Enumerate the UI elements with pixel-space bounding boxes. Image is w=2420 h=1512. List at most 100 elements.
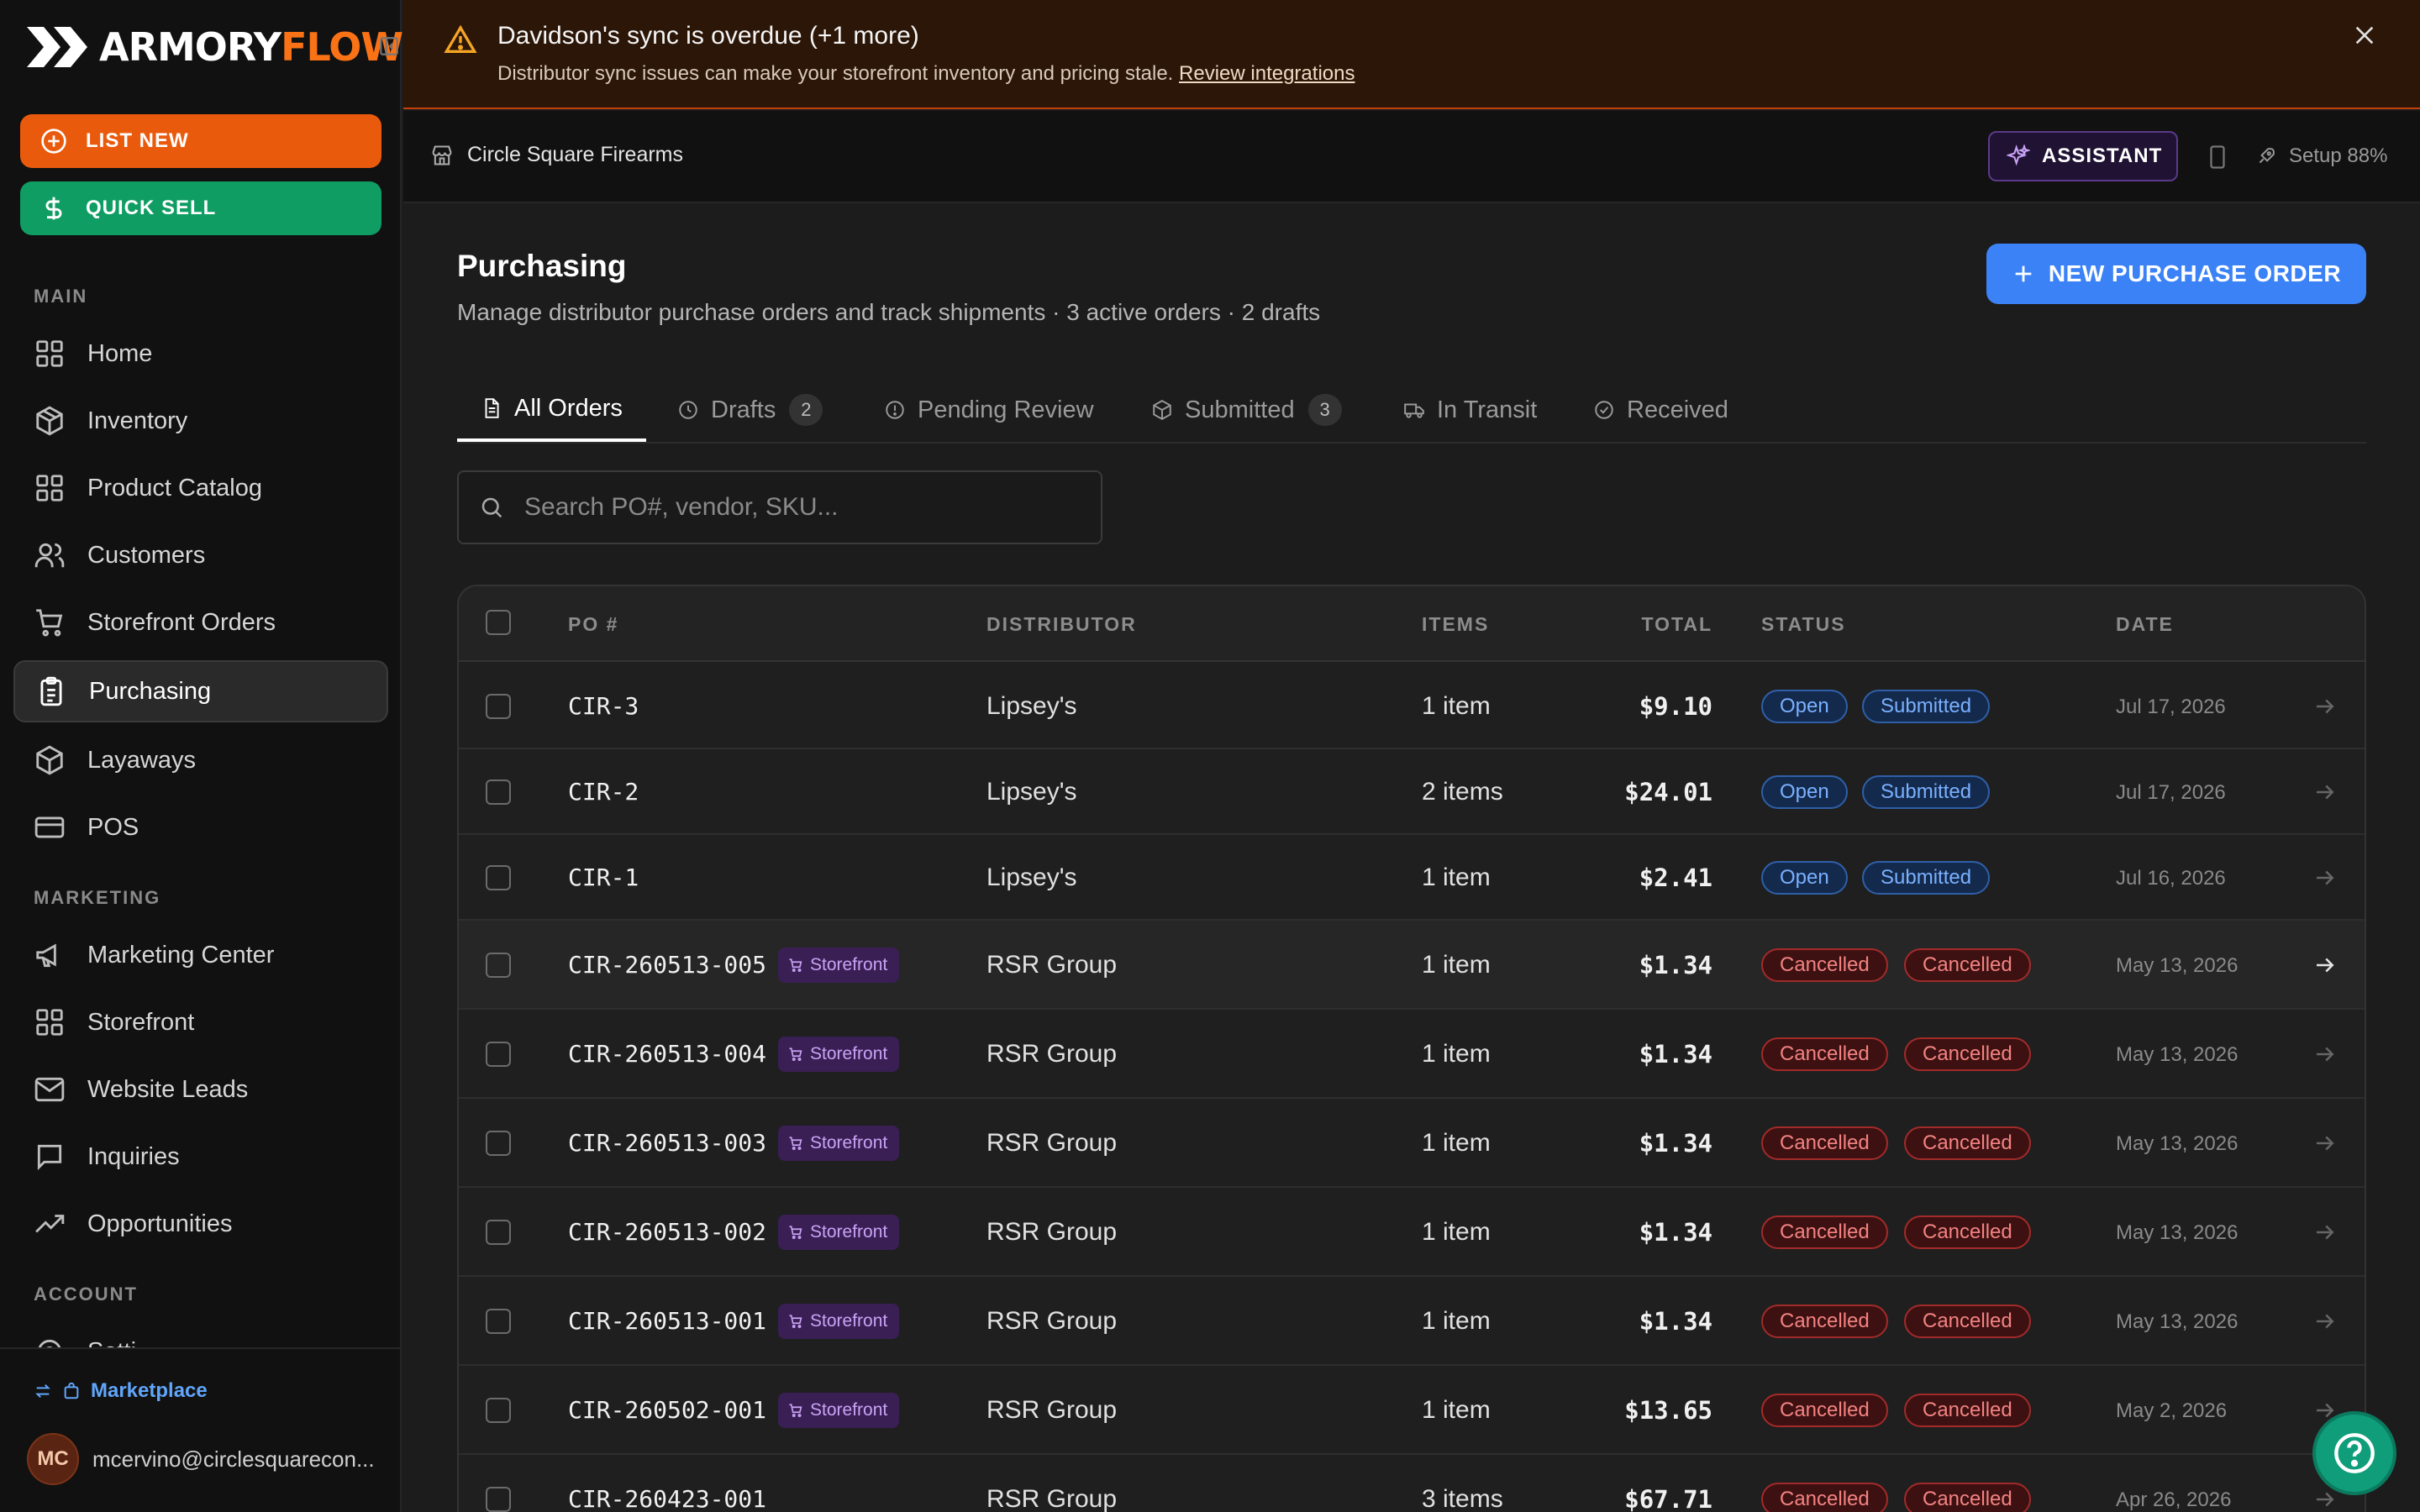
cart-icon <box>789 1226 802 1239</box>
item-count: 1 item <box>1422 1129 1491 1157</box>
row-checkbox[interactable] <box>486 865 511 890</box>
sidebar: ARMORYFLOW LIST NEW QUICK SELL MAIN Home… <box>0 0 403 1512</box>
sidebar-item-opportunities[interactable]: Opportunities <box>13 1193 388 1255</box>
arrow-right-icon[interactable] <box>2312 1487 2338 1512</box>
close-icon[interactable] <box>2351 22 2378 49</box>
review-integrations-link[interactable]: Review integrations <box>1179 62 1355 85</box>
tab-drafts[interactable]: Drafts 2 <box>677 378 823 442</box>
sidebar-item-website-leads[interactable]: Website Leads <box>13 1058 388 1121</box>
tab-pending-review[interactable]: Pending Review <box>884 378 1094 442</box>
sidebar-collapse-icon[interactable] <box>378 35 400 57</box>
po-number[interactable]: CIR-260513-001 <box>568 1307 766 1335</box>
item-count: 1 item <box>1422 1218 1491 1246</box>
quick-sell-button[interactable]: QUICK SELL <box>20 181 381 235</box>
row-checkbox[interactable] <box>486 780 511 805</box>
sidebar-item-storefront-orders[interactable]: Storefront Orders <box>13 591 388 654</box>
table-row[interactable]: CIR-3 Lipsey's 1 item $9.10 Open Submitted Jul… <box>459 664 2365 749</box>
order-tabs: All Orders Drafts 2 Pending Review Submi… <box>457 378 2366 444</box>
mail-icon <box>34 1077 65 1102</box>
distributor-name: RSR Group <box>986 951 1118 979</box>
po-number[interactable]: CIR-260513-004 <box>568 1040 766 1068</box>
arrow-right-icon[interactable] <box>2312 1042 2338 1067</box>
row-checkbox[interactable] <box>486 1309 511 1334</box>
sidebar-item-marketing-center[interactable]: Marketing Center <box>13 924 388 986</box>
col-header-po[interactable]: PO # <box>568 613 618 636</box>
sidebar-item-product-catalog[interactable]: Product Catalog <box>13 457 388 519</box>
po-number[interactable]: CIR-3 <box>568 692 639 720</box>
po-number[interactable]: CIR-260502-001 <box>568 1396 766 1424</box>
search-input[interactable] <box>524 493 1079 522</box>
new-purchase-order-label: NEW PURCHASE ORDER <box>2048 260 2342 286</box>
armoryflow-logo[interactable]: ARMORYFLOW <box>25 22 403 72</box>
table-row[interactable]: CIR-260513-005 Storefront RSR Group 1 item $… <box>459 921 2365 1010</box>
arrow-right-icon[interactable] <box>2312 865 2338 890</box>
po-number[interactable]: CIR-2 <box>568 778 639 806</box>
arrow-right-icon[interactable] <box>2312 1220 2338 1245</box>
arrow-right-icon[interactable] <box>2312 1309 2338 1334</box>
order-date: May 13, 2026 <box>2116 954 2238 977</box>
select-all-checkbox[interactable] <box>486 610 511 635</box>
setup-progress[interactable]: Setup 88% <box>2255 144 2387 168</box>
arrow-right-icon[interactable] <box>2312 953 2338 978</box>
alert-message-text: Distributor sync issues can make your st… <box>497 62 1174 85</box>
sidebar-item-label: Website Leads <box>87 1075 249 1103</box>
row-checkbox[interactable] <box>486 1487 511 1512</box>
clock-icon <box>679 401 697 419</box>
tab-in-transit[interactable]: In Transit <box>1403 378 1537 442</box>
mobile-icon[interactable] <box>2208 144 2227 170</box>
row-checkbox[interactable] <box>486 1131 511 1156</box>
store-selector[interactable]: Circle Square Firearms <box>430 143 683 167</box>
tab-submitted[interactable]: Submitted 3 <box>1151 378 1342 442</box>
order-date: Jul 17, 2026 <box>2116 781 2226 804</box>
table-row[interactable]: CIR-260513-003 Storefront RSR Group 1 item $… <box>459 1099 2365 1188</box>
col-header-items[interactable]: ITEMS <box>1422 613 1489 636</box>
row-checkbox[interactable] <box>486 694 511 719</box>
sidebar-item-home[interactable]: Home <box>13 323 388 385</box>
row-checkbox[interactable] <box>486 1042 511 1067</box>
user-menu[interactable]: MC mcervino@circlesquarecon... <box>27 1433 375 1485</box>
col-header-status[interactable]: STATUS <box>1761 613 1846 636</box>
sidebar-item-inquiries[interactable]: Inquiries <box>13 1126 388 1188</box>
marketplace-link[interactable]: Marketplace <box>34 1379 208 1403</box>
col-header-total[interactable]: TOTAL <box>1637 613 1712 636</box>
col-header-distributor[interactable]: DISTRIBUTOR <box>986 613 1137 636</box>
table-row[interactable]: CIR-1 Lipsey's 1 item $2.41 Open Submitted Jul… <box>459 835 2365 921</box>
table-row[interactable]: CIR-2 Lipsey's 2 items $24.01 Open Submitted J… <box>459 749 2365 835</box>
order-date: May 13, 2026 <box>2116 1043 2238 1066</box>
arrow-right-icon[interactable] <box>2312 694 2338 719</box>
po-number[interactable]: CIR-260423-001 <box>568 1485 766 1512</box>
row-checkbox[interactable] <box>486 1398 511 1423</box>
po-number[interactable]: CIR-1 <box>568 864 639 891</box>
item-count: 1 item <box>1422 864 1491 891</box>
sidebar-item-storefront[interactable]: Storefront <box>13 991 388 1053</box>
col-header-date[interactable]: DATE <box>2116 613 2174 636</box>
arrow-right-icon[interactable] <box>2312 1131 2338 1156</box>
sidebar-item-label: Customers <box>87 541 206 569</box>
table-row[interactable]: CIR-260513-002 Storefront RSR Group 1 item $… <box>459 1188 2365 1277</box>
po-number[interactable]: CIR-260513-003 <box>568 1129 766 1157</box>
tab-label: Received <box>1627 396 1728 423</box>
sidebar-item-pos[interactable]: POS <box>13 796 388 858</box>
help-button[interactable] <box>2312 1411 2396 1495</box>
table-row[interactable]: CIR-260423-001 RSR Group 3 items $67.71 Canc… <box>459 1455 2365 1512</box>
new-purchase-order-button[interactable]: NEW PURCHASE ORDER <box>1986 244 2366 304</box>
sidebar-item-customers[interactable]: Customers <box>13 524 388 586</box>
list-new-button[interactable]: LIST NEW <box>20 114 381 168</box>
row-checkbox[interactable] <box>486 953 511 978</box>
sidebar-item-inventory[interactable]: Inventory <box>13 390 388 452</box>
tab-all-orders[interactable]: All Orders <box>457 378 646 442</box>
tab-count-badge: 2 <box>789 394 823 426</box>
arrow-right-icon[interactable] <box>2312 780 2338 805</box>
table-row[interactable]: CIR-260502-001 Storefront RSR Group 1 item $… <box>459 1366 2365 1455</box>
sidebar-item-layaways[interactable]: Layaways <box>13 729 388 791</box>
table-row[interactable]: CIR-260513-004 Storefront RSR Group 1 item $… <box>459 1010 2365 1099</box>
sidebar-item-purchasing[interactable]: Purchasing <box>13 660 388 722</box>
search-box <box>457 470 1102 544</box>
po-number[interactable]: CIR-260513-002 <box>568 1218 766 1246</box>
po-number[interactable]: CIR-260513-005 <box>568 951 766 979</box>
tab-received[interactable]: Received <box>1593 378 1728 442</box>
table-row[interactable]: CIR-260513-001 Storefront RSR Group 1 item $… <box>459 1277 2365 1366</box>
assistant-button[interactable]: ASSISTANT <box>1988 131 2178 181</box>
row-checkbox[interactable] <box>486 1220 511 1245</box>
order-total: $1.34 <box>1639 1129 1712 1158</box>
